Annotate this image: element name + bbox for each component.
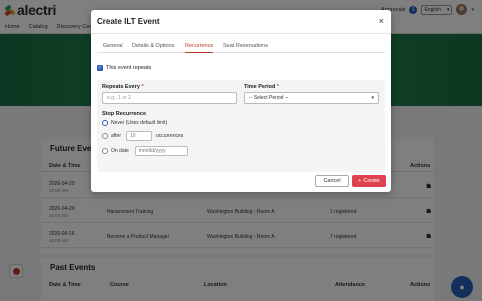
modal-tabs: General Details & Options Recurrence Sea… bbox=[97, 40, 385, 53]
radio-on-date[interactable] bbox=[102, 148, 108, 154]
repeats-label: This event repeats bbox=[106, 65, 152, 71]
repeats-checkbox-row[interactable]: ✓ This event repeats bbox=[97, 65, 151, 71]
stop-on-date-label: On date bbox=[111, 148, 129, 154]
modal-divider bbox=[91, 33, 391, 34]
stop-after-option[interactable]: after 10 occurrences bbox=[102, 131, 183, 141]
stop-recurrence-label: Stop Recurrence bbox=[102, 111, 147, 117]
stop-after-label: after bbox=[111, 133, 122, 139]
recurrence-settings: Repeats Every * e.g., 1 or 2 Time Period… bbox=[97, 80, 385, 172]
occurrences-input[interactable]: 10 bbox=[126, 131, 153, 141]
create-label: Create bbox=[363, 178, 380, 184]
stop-never-option[interactable]: Never (Uses default limit) bbox=[102, 120, 167, 126]
end-date-input[interactable]: mm/dd/yyyy bbox=[134, 146, 188, 156]
time-period-value: -- Select Period -- bbox=[249, 95, 289, 101]
repeats-every-label: Repeats Every * bbox=[102, 84, 144, 90]
radio-after[interactable] bbox=[102, 133, 108, 139]
occurrences-label: occurrences bbox=[156, 133, 184, 139]
plus-icon: + bbox=[358, 178, 362, 184]
stop-never-label: Never (Uses default limit) bbox=[111, 120, 168, 126]
create-ilt-event-modal: Create ILT Event × General Details & Opt… bbox=[91, 10, 391, 192]
check-icon[interactable]: ✓ bbox=[97, 65, 103, 71]
radio-never[interactable] bbox=[102, 120, 108, 126]
chevron-down-icon: ▾ bbox=[371, 95, 374, 101]
time-period-select[interactable]: -- Select Period -- ▾ bbox=[244, 92, 379, 104]
tab-recurrence[interactable]: Recurrence bbox=[185, 40, 214, 53]
tab-seat-reservations[interactable]: Seat Reservations bbox=[223, 40, 268, 53]
cancel-button[interactable]: Cancel bbox=[315, 175, 349, 187]
repeats-every-input[interactable]: e.g., 1 or 2 bbox=[102, 92, 237, 104]
create-button[interactable]: + Create bbox=[352, 175, 386, 187]
tab-general[interactable]: General bbox=[103, 40, 123, 53]
time-period-label: Time Period * bbox=[244, 84, 280, 90]
close-icon[interactable]: × bbox=[379, 16, 384, 26]
modal-title: Create ILT Event bbox=[97, 17, 160, 26]
repeats-every-placeholder: e.g., 1 or 2 bbox=[107, 95, 131, 101]
stop-on-date-option[interactable]: On date mm/dd/yyyy bbox=[102, 146, 188, 156]
tab-details-options[interactable]: Details & Options bbox=[132, 40, 175, 53]
